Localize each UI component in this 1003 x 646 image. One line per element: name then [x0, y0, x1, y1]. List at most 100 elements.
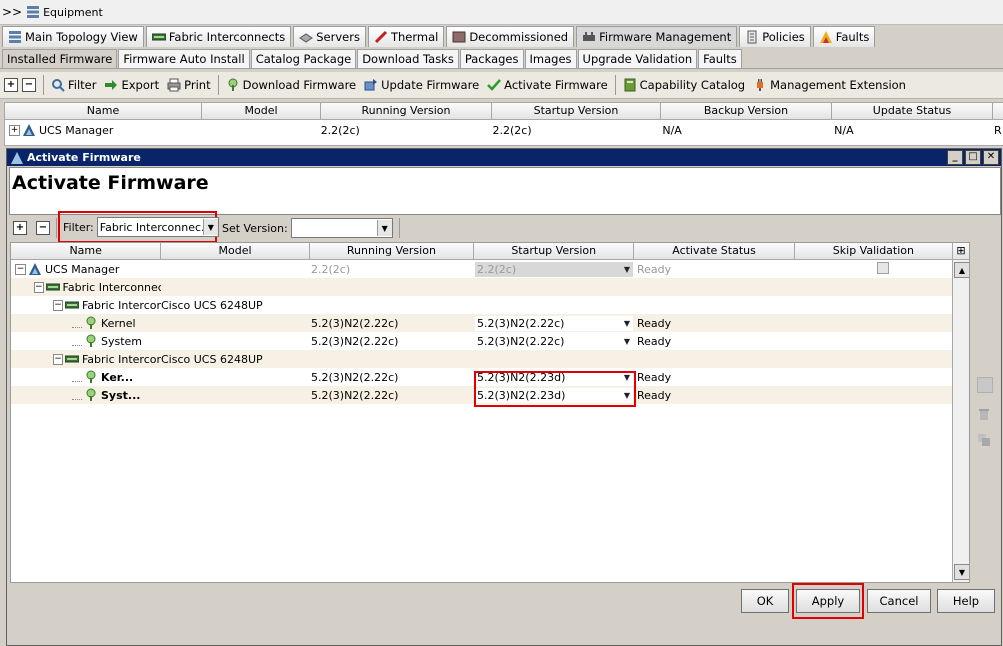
column-header-update-status[interactable]: Update Status — [832, 103, 993, 119]
toolbar-separator — [398, 218, 400, 238]
column-chooser-icon[interactable]: ⊞ — [953, 243, 969, 259]
column-header-model[interactable]: Model — [202, 103, 321, 119]
firmware-component-icon — [84, 334, 98, 348]
tab-main-topology-view[interactable]: Main Topology View — [2, 26, 144, 47]
tab-fabric-interconnects[interactable]: Fabric Interconnects — [145, 26, 292, 47]
management-extension-button[interactable]: Management Extension — [749, 74, 910, 96]
tab-firmware-management[interactable]: Firmware Management — [576, 26, 738, 47]
set-version-group: Set Version: ▼ — [222, 217, 403, 239]
column-header-startup-version[interactable]: Startup Version — [474, 243, 635, 259]
tree-row[interactable]: − Fabric Intercor Cisco UCS 6248UP — [11, 350, 969, 368]
filter-dropdown[interactable]: Fabric Interconnec... ▼ — [96, 217, 219, 237]
tab-label: Faults — [835, 30, 870, 44]
collapse-all-button[interactable]: − — [36, 221, 50, 235]
expand-all-button[interactable]: + — [0, 74, 22, 96]
tree-row[interactable]: Kernel 5.2(3)N2(2.22c) 5.2(3)N2(2.22c) ▼ Rea… — [11, 314, 969, 332]
subtab-catalog-package[interactable]: Catalog Package — [250, 49, 357, 68]
update-firmware-button[interactable]: Update Firmware — [360, 74, 483, 96]
scroll-up-button[interactable]: ▲ — [954, 262, 969, 278]
row-startup-version[interactable]: 5.2(3)N2(2.22c) ▼ — [475, 315, 635, 331]
tree-row[interactable]: − UCS Manager 2.2(2c) 2.2(2c) ▼ Ready — [11, 260, 969, 278]
activate-firmware-button[interactable]: Activate Firmware — [483, 74, 612, 96]
column-header-backup-version[interactable]: Backup Version — [661, 103, 832, 119]
skip-validation-checkbox[interactable] — [877, 261, 889, 274]
cancel-button[interactable]: Cancel — [867, 589, 931, 613]
tab-faults[interactable]: Faults — [812, 26, 876, 47]
ucs-manager-icon — [22, 123, 36, 137]
tree-table-header: Name Model Running Version Startup Versi… — [11, 243, 969, 260]
set-version-dropdown[interactable]: ▼ — [290, 218, 393, 238]
chevron-down-icon[interactable]: ▼ — [621, 265, 633, 274]
download-firmware-button[interactable]: Download Firmware — [222, 74, 361, 96]
tree-row[interactable]: − Fabric Interconnec — [11, 278, 969, 296]
filter-icon — [51, 78, 65, 92]
expand-all-button[interactable]: + — [13, 221, 27, 235]
copy-icon[interactable] — [977, 433, 991, 447]
tree-row[interactable]: − Fabric Intercor Cisco UCS 6248UP — [11, 296, 969, 314]
tree-expander-icon[interactable]: − — [34, 281, 44, 293]
fabric-interconnect-icon — [64, 298, 80, 312]
row-name: Fabric Intercor — [81, 298, 161, 312]
close-button[interactable]: ✕ — [983, 150, 999, 165]
help-button[interactable]: Help — [937, 589, 995, 613]
tab-decommissioned[interactable]: Decommissioned — [446, 26, 575, 47]
row-startup-version[interactable]: 5.2(3)N2(2.22c) ▼ — [475, 333, 635, 349]
column-header-name[interactable]: Name — [11, 243, 162, 259]
dialog-title-bar[interactable]: Activate Firmware _ □ ✕ — [7, 149, 1001, 166]
chevron-down-icon[interactable]: ▼ — [621, 319, 633, 328]
tree-expander-icon[interactable]: − — [53, 353, 63, 365]
plug-icon — [753, 78, 767, 92]
toolbar-separator — [217, 75, 219, 95]
ok-button[interactable]: OK — [741, 589, 789, 613]
capability-catalog-button[interactable]: Capability Catalog — [619, 74, 749, 96]
column-header-running-version[interactable]: Running Version — [310, 243, 475, 259]
tab-label: Main Topology View — [25, 30, 138, 44]
collapse-all-button[interactable]: − — [22, 74, 40, 96]
chevron-down-icon[interactable]: ▼ — [376, 220, 392, 236]
apply-button[interactable]: Apply — [796, 589, 860, 613]
printer-icon — [167, 78, 181, 92]
equipment-icon — [26, 5, 40, 19]
subtab-packages[interactable]: Packages — [459, 49, 524, 68]
column-header-running-version[interactable]: Running Version — [321, 103, 492, 119]
tree-row[interactable]: System 5.2(3)N2(2.22c) 5.2(3)N2(2.22c) ▼ Rea… — [11, 332, 969, 350]
column-header-model[interactable]: Model — [161, 243, 310, 259]
trash-icon[interactable] — [977, 407, 991, 421]
tab-servers[interactable]: Servers — [293, 26, 366, 47]
activate-firmware-dialog: Activate Firmware _ □ ✕ Activate Firmwar… — [6, 148, 1002, 646]
column-header-activate-status[interactable]: Activate Status — [634, 243, 795, 259]
subtab-faults[interactable]: Faults — [698, 49, 742, 68]
checkmark-icon — [487, 78, 502, 92]
column-header-skip-validation[interactable]: Skip Validation — [795, 243, 954, 259]
print-button[interactable]: Print — [163, 74, 214, 96]
tab-policies[interactable]: Policies — [739, 26, 811, 47]
dialog-title: Activate Firmware — [27, 151, 141, 164]
minimize-button[interactable]: _ — [947, 150, 963, 165]
table-row[interactable]: + UCS Manager 2.2(2c) 2.2(2c) N/A N/A R — [5, 120, 1003, 140]
subtab-download-tasks[interactable]: Download Tasks — [357, 49, 459, 68]
fabric-interconnect-icon — [151, 30, 167, 44]
expand-chevron-icon[interactable]: >> — [2, 5, 22, 19]
ucs-manager-icon — [28, 262, 42, 276]
tree-expander-icon[interactable]: − — [15, 263, 26, 275]
chevron-down-icon[interactable]: ▼ — [621, 337, 633, 346]
firmware-tree-table: Name Model Running Version Startup Versi… — [10, 242, 970, 583]
tree-expand-icon[interactable]: + — [9, 124, 20, 136]
subtab-installed-firmware[interactable]: Installed Firmware — [2, 49, 118, 68]
maximize-button[interactable]: □ — [965, 150, 981, 165]
scroll-down-button[interactable]: ▼ — [954, 564, 969, 580]
subtab-upgrade-validation[interactable]: Upgrade Validation — [577, 49, 698, 68]
tree-expander-icon[interactable]: − — [53, 299, 63, 311]
tree-vertical-scrollbar[interactable]: ▲ ▼ — [952, 260, 969, 582]
row-startup-version[interactable]: 2.2(2c) ▼ — [475, 261, 635, 277]
filter-button[interactable]: Filter — [47, 74, 100, 96]
row-running-version: 5.2(3)N2(2.22c) — [311, 370, 399, 384]
tab-thermal[interactable]: Thermal — [367, 26, 445, 47]
add-icon[interactable] — [977, 377, 993, 393]
export-button[interactable]: Export — [100, 74, 163, 96]
column-header-startup-version[interactable]: Startup Version — [492, 103, 661, 119]
chevron-down-icon[interactable]: ▼ — [202, 219, 218, 235]
subtab-firmware-auto-install[interactable]: Firmware Auto Install — [118, 49, 250, 68]
subtab-images[interactable]: Images — [524, 49, 577, 68]
column-header-name[interactable]: Name — [5, 103, 202, 119]
